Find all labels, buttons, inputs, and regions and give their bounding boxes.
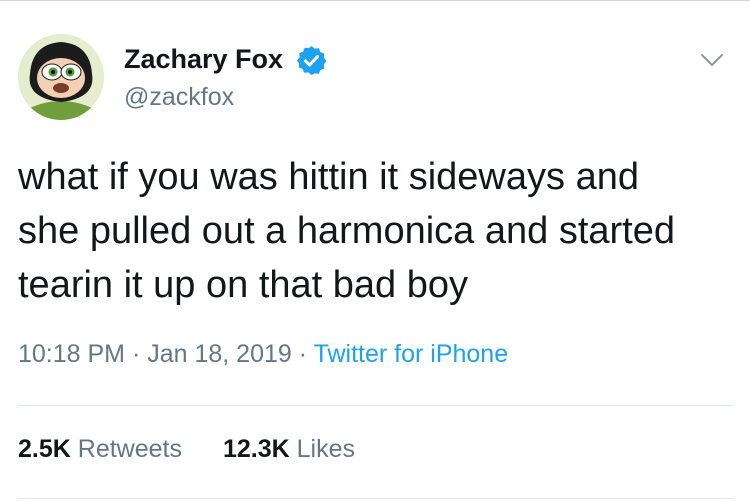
tweet-time[interactable]: 10:18 PM bbox=[18, 340, 125, 368]
author-handle[interactable]: @zackfox bbox=[124, 83, 234, 112]
top-divider bbox=[0, 0, 750, 1]
retweets-count: 2.5K bbox=[18, 435, 71, 463]
avatar-image bbox=[18, 34, 104, 120]
author-name[interactable]: Zachary Fox bbox=[124, 44, 283, 75]
likes-count: 12.3K bbox=[222, 435, 290, 463]
meta-separator: · bbox=[291, 340, 314, 368]
tweet-text-line: tearin it up on that bad boy bbox=[18, 264, 468, 306]
tweet-text-line: she pulled out a harmonica and started bbox=[18, 210, 675, 252]
verified-badge-icon bbox=[297, 46, 327, 75]
tweet-date[interactable]: Jan 18, 2019 bbox=[147, 340, 292, 368]
retweets-label: Retweets bbox=[77, 435, 182, 463]
divider bbox=[18, 498, 732, 499]
tweet-text-line: what if you was hittin it sideways and bbox=[18, 156, 639, 198]
meta-separator: · bbox=[125, 340, 148, 368]
tweet-card: Zachary Fox @zackfox what if you was hit… bbox=[0, 0, 750, 501]
divider bbox=[18, 405, 732, 406]
tweet-source-link[interactable]: Twitter for iPhone bbox=[314, 340, 509, 368]
likes-label: Likes bbox=[296, 435, 355, 463]
chevron-down-icon[interactable] bbox=[699, 47, 725, 73]
retweets-stat[interactable]: 2.5K Retweets bbox=[18, 435, 182, 464]
tweet-text: what if you was hittin it sideways and s… bbox=[18, 150, 738, 312]
tweet-meta: 10:18 PM · Jan 18, 2019 · Twitter for iP… bbox=[18, 340, 508, 369]
tweet-stats: 2.5K Retweets 12.3K Likes bbox=[18, 435, 389, 464]
likes-stat[interactable]: 12.3K Likes bbox=[223, 435, 355, 464]
avatar[interactable] bbox=[18, 34, 104, 120]
